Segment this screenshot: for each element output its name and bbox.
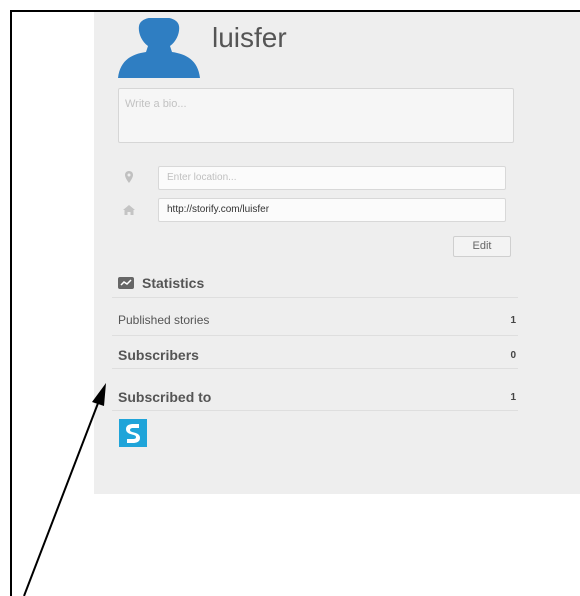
stats-icon bbox=[118, 277, 134, 289]
stat-row-subscribed-to[interactable]: Subscribed to 1 bbox=[118, 387, 516, 407]
stat-value: 1 bbox=[510, 314, 516, 326]
stat-value: 0 bbox=[510, 349, 516, 361]
stat-row-subscribers[interactable]: Subscribers 0 bbox=[118, 344, 516, 366]
user-silhouette-icon bbox=[118, 18, 200, 78]
divider bbox=[112, 368, 518, 369]
stat-label: Subscribers bbox=[118, 347, 199, 363]
stat-label: Subscribed to bbox=[118, 389, 212, 405]
edit-button[interactable]: Edit bbox=[453, 236, 511, 257]
divider bbox=[112, 297, 518, 298]
statistics-header: Statistics bbox=[118, 272, 204, 294]
divider bbox=[112, 335, 518, 336]
stat-value: 1 bbox=[510, 391, 516, 403]
home-icon bbox=[123, 205, 135, 215]
website-input[interactable]: http://storify.com/luisfer bbox=[158, 198, 506, 222]
storify-logo-icon[interactable] bbox=[119, 419, 147, 447]
map-pin-icon bbox=[125, 171, 133, 183]
stat-label: Published stories bbox=[118, 313, 210, 327]
bio-input[interactable]: Write a bio... bbox=[118, 88, 514, 143]
profile-username: luisfer bbox=[212, 22, 287, 53]
statistics-title: Statistics bbox=[142, 275, 205, 291]
location-input[interactable]: Enter location... bbox=[158, 166, 506, 190]
divider bbox=[112, 410, 518, 411]
stat-row-published-stories[interactable]: Published stories 1 bbox=[118, 311, 516, 329]
